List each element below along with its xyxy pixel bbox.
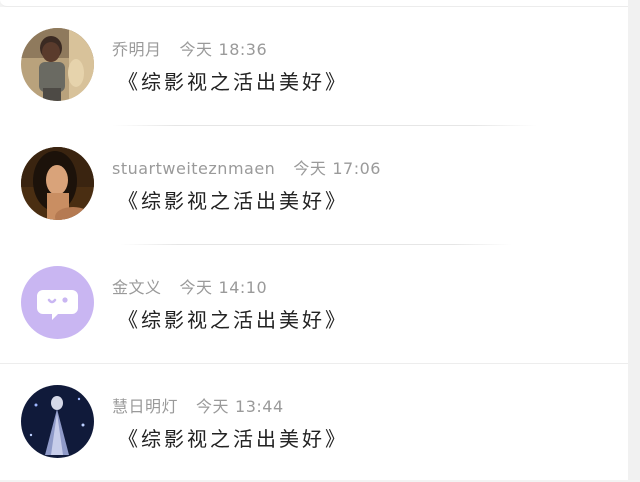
comment-text: 《综影视之活出美好》 — [118, 308, 348, 332]
night-figure-avatar-image — [21, 385, 94, 458]
author-name[interactable]: 慧日明灯 — [112, 397, 178, 416]
comment-meta: 慧日明灯 今天 13:44 — [112, 393, 284, 417]
comment-item[interactable]: stuartweiteznmaen 今天 17:06 《综影视之活出美好》 — [0, 126, 628, 244]
comment-day: 今天 — [293, 159, 327, 178]
comment-item[interactable]: 金文义 今天 14:10 《综影视之活出美好》 — [0, 245, 628, 363]
comment-item[interactable]: 乔明月 今天 18:36 《综影视之活出美好》 — [0, 7, 628, 125]
comment-list: 乔明月 今天 18:36 《综影视之活出美好》 stuartweiteznmaen 今… — [0, 7, 628, 480]
comment-item[interactable]: 慧日明灯 今天 13:44 《综影视之活出美好》 — [0, 364, 628, 482]
comment-day: 今天 — [196, 397, 230, 416]
top-bar — [0, 0, 640, 7]
comment-time: 14:10 — [218, 278, 268, 297]
child-photo-avatar[interactable] — [21, 28, 94, 101]
author-name[interactable]: 金文义 — [112, 278, 162, 297]
comment-meta: stuartweiteznmaen 今天 17:06 — [112, 155, 381, 179]
comment-time: 13:44 — [235, 397, 284, 416]
comment-time: 18:36 — [218, 40, 268, 59]
chat-bubble-avatar-image — [21, 266, 94, 339]
comment-text: 《综影视之活出美好》 — [118, 427, 348, 451]
chat-bubble-avatar[interactable] — [21, 266, 94, 339]
comment-text: 《综影视之活出美好》 — [118, 70, 348, 94]
night-figure-avatar[interactable] — [21, 385, 94, 458]
author-name[interactable]: 乔明月 — [112, 40, 162, 59]
comment-time: 17:06 — [332, 159, 381, 178]
comment-meta: 金文义 今天 14:10 — [112, 274, 267, 298]
comment-meta: 乔明月 今天 18:36 — [112, 36, 267, 60]
woman-portrait-avatar-image — [21, 147, 94, 220]
comment-text: 《综影视之活出美好》 — [118, 189, 348, 213]
author-name[interactable]: stuartweiteznmaen — [112, 159, 275, 178]
woman-portrait-avatar[interactable] — [21, 147, 94, 220]
scrollbar[interactable] — [628, 0, 640, 480]
child-photo-avatar-image — [21, 28, 94, 101]
comment-day: 今天 — [179, 278, 213, 297]
comment-day: 今天 — [179, 40, 213, 59]
